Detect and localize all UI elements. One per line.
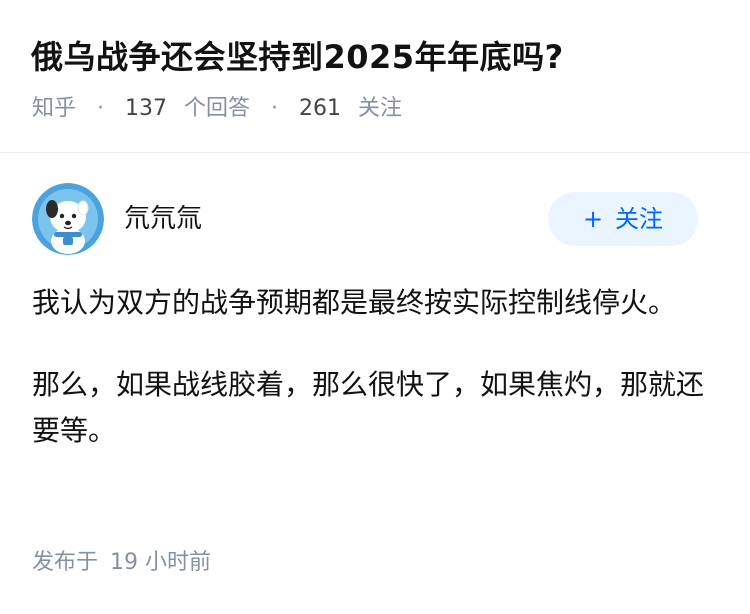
separator-dot: ·	[271, 96, 279, 121]
follower-count-label: 关注	[358, 96, 403, 121]
question-header: 俄乌战争还会坚持到2025年年底吗? 知乎 · 137 个回答 · 261 关注	[0, 0, 750, 153]
avatar[interactable]	[32, 183, 104, 255]
author-name[interactable]: 氘氘氚	[124, 201, 202, 237]
follow-button-label: 关注	[615, 205, 664, 233]
answer-count: 137	[125, 96, 168, 121]
cartoon-dog-avatar-icon	[32, 183, 104, 255]
follower-count: 261	[299, 96, 342, 121]
answer-author: 氘氘氚 + 关注	[32, 183, 698, 255]
question-title[interactable]: 俄乌战争还会坚持到2025年年底吗?	[31, 34, 564, 80]
answer-content: 我认为双方的战争预期都是最终按实际控制线停火。 那么，如果战线胶着，那么很快了，…	[32, 280, 722, 490]
answer-time: 发布于 19 小时前	[32, 546, 211, 580]
answer-paragraph: 那么，如果战线胶着，那么很快了，如果焦灼，那就还要等。	[32, 368, 705, 447]
question-meta: 知乎 · 137 个回答 · 261 关注	[32, 92, 402, 126]
answer-paragraph: 我认为双方的战争预期都是最终按实际控制线停火。	[32, 286, 677, 319]
follow-button[interactable]: + 关注	[548, 192, 698, 246]
source-label[interactable]: 知乎	[32, 96, 76, 121]
plus-icon: +	[582, 205, 604, 233]
published-time: 19 小时前	[110, 550, 212, 575]
answer-count-label: 个回答	[184, 96, 251, 121]
published-label: 发布于	[32, 550, 99, 575]
separator-dot: ·	[97, 96, 105, 121]
